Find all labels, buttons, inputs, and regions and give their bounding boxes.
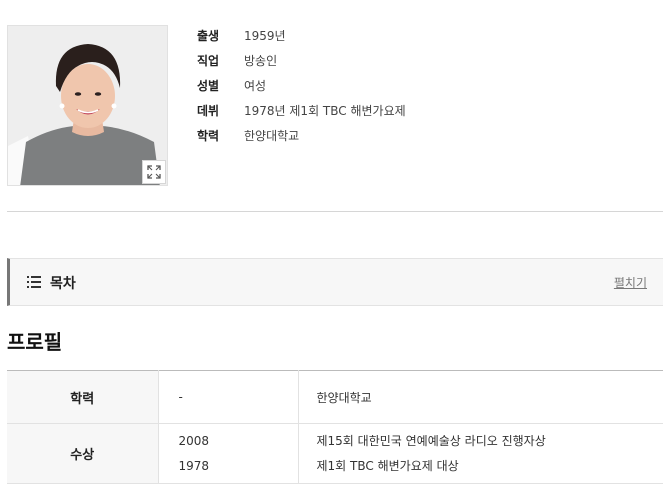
info-value: 1959년	[244, 29, 286, 43]
info-row-debut: 데뷔 1978년 제1회 TBC 해변가요제	[197, 98, 406, 123]
info-row-gender: 성별 여성	[197, 73, 406, 98]
award-year: 1978	[178, 458, 210, 473]
row-header-awards: 수상	[7, 423, 159, 484]
toc-bar[interactable]: 목차 펼치기	[7, 258, 663, 306]
info-label: 학력	[197, 129, 220, 143]
info-label: 출생	[197, 29, 220, 43]
section-title: 프로필	[7, 330, 63, 354]
expand-icon	[147, 165, 161, 179]
info-label: 직업	[197, 54, 220, 68]
info-row-birth: 출생 1959년	[197, 23, 406, 48]
profile-table: 학력 - 한양대학교 수상 2008 1978 제15회 대한민국 연예예술상 …	[7, 370, 663, 484]
expand-photo-button[interactable]	[142, 160, 166, 184]
info-label: 성별	[197, 79, 220, 93]
info-label: 데뷔	[197, 104, 220, 118]
profile-info-list: 출생 1959년 직업 방송인 성별 여성 데뷔 1978년 제1회 TBC 해…	[197, 23, 406, 148]
info-value: 한양대학교	[244, 129, 300, 143]
award-desc: 제1회 TBC 해변가요제 대상	[316, 458, 459, 473]
award-year: 2008	[178, 433, 210, 448]
toc-title: 목차	[50, 276, 76, 292]
table-row: 수상 2008 1978 제15회 대한민국 연예예술상 라디오 진행자상 제1…	[7, 423, 663, 484]
info-value: 1978년 제1회 TBC 해변가요제	[244, 104, 406, 118]
table-cell-descs: 제15회 대한민국 연예예술상 라디오 진행자상 제1회 TBC 해변가요제 대…	[298, 423, 663, 484]
info-value: 여성	[244, 79, 267, 93]
table-row: 학력 - 한양대학교	[7, 370, 663, 424]
award-desc: 제15회 대한민국 연예예술상 라디오 진행자상	[316, 433, 546, 448]
table-cell-desc: 한양대학교	[298, 370, 663, 424]
info-row-education: 학력 한양대학교	[197, 123, 406, 148]
info-row-occupation: 직업 방송인	[197, 48, 406, 73]
table-cell-year: -	[158, 370, 299, 424]
row-header-education: 학력	[7, 370, 159, 424]
list-icon	[27, 276, 41, 288]
table-cell-years: 2008 1978	[158, 423, 299, 484]
toc-expand-link[interactable]: 펼치기	[614, 274, 647, 291]
section-divider	[7, 211, 663, 212]
info-value: 방송인	[244, 54, 278, 68]
profile-photo[interactable]	[7, 25, 168, 186]
